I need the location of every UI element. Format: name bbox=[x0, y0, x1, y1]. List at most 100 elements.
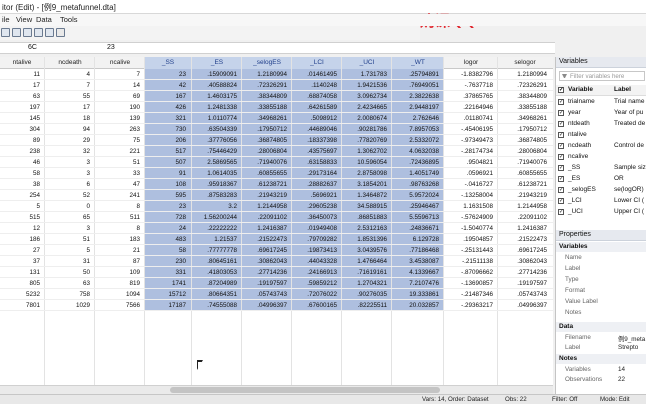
table-cell[interactable]: .68874058 bbox=[293, 93, 337, 100]
table-cell[interactable]: 2.8758098 bbox=[343, 170, 387, 177]
table-cell[interactable]: .60855655 bbox=[243, 170, 287, 177]
table-row[interactable]: 37 31 87 230 .80645161 .30862043 .44043328 1.47… bbox=[0, 256, 553, 267]
table-cell[interactable]: .21522473 bbox=[499, 236, 547, 243]
table-cell[interactable]: .22222222 bbox=[193, 225, 237, 232]
table-cell[interactable]: 50 bbox=[46, 269, 90, 276]
column-header-es[interactable]: _ES bbox=[193, 59, 241, 66]
table-cell[interactable]: 27 bbox=[0, 247, 40, 254]
table-cell[interactable]: 1.2144958 bbox=[243, 203, 287, 210]
table-cell[interactable]: .36874805 bbox=[243, 137, 287, 144]
table-cell[interactable]: .74555088 bbox=[193, 302, 237, 309]
table-cell[interactable]: .01949408 bbox=[293, 225, 337, 232]
table-cell[interactable]: -.97349473 bbox=[445, 137, 493, 144]
table-cell[interactable]: 517 bbox=[146, 148, 186, 155]
column-header-ss[interactable]: _SS bbox=[146, 59, 190, 66]
menu-file[interactable]: ile bbox=[2, 15, 10, 24]
table-cell[interactable]: 2.4234665 bbox=[343, 104, 387, 111]
table-cell[interactable]: 23 bbox=[146, 203, 186, 210]
table-cell[interactable]: 1.21537 bbox=[193, 236, 237, 243]
table-cell[interactable]: .63158833 bbox=[293, 159, 337, 166]
table-cell[interactable]: .80645161 bbox=[193, 258, 237, 265]
table-cell[interactable]: .19873413 bbox=[293, 247, 337, 254]
table-cell[interactable]: .29605238 bbox=[293, 203, 337, 210]
variable-column-header[interactable]: Variable bbox=[568, 86, 593, 93]
table-cell[interactable]: .90276035 bbox=[343, 291, 387, 298]
table-cell[interactable]: 14 bbox=[96, 82, 140, 89]
table-cell[interactable]: 238 bbox=[0, 148, 40, 155]
table-cell[interactable]: .01461495 bbox=[293, 71, 337, 78]
table-cell[interactable]: 730 bbox=[146, 126, 186, 133]
table-cell[interactable]: .69617245 bbox=[499, 247, 547, 254]
table-cell[interactable]: 254 bbox=[0, 192, 40, 199]
table-cell[interactable]: 10.596054 bbox=[343, 159, 387, 166]
table-cell[interactable]: .72076022 bbox=[293, 291, 337, 298]
table-cell[interactable]: .17950712 bbox=[243, 126, 287, 133]
table-cell[interactable]: 63 bbox=[46, 280, 90, 287]
column-header-lci[interactable]: _LCI bbox=[293, 59, 341, 66]
table-cell[interactable]: .28006804 bbox=[499, 148, 547, 155]
table-cell[interactable]: 108 bbox=[146, 181, 186, 188]
table-cell[interactable]: .71940076 bbox=[499, 159, 547, 166]
table-cell[interactable]: .59859212 bbox=[293, 280, 337, 287]
table-cell[interactable]: 24 bbox=[146, 225, 186, 232]
table-cell[interactable]: 131 bbox=[0, 269, 40, 276]
table-cell[interactable]: 2.9448197 bbox=[393, 104, 439, 111]
table-row[interactable]: 145 18 139 321 1.0110774 .34968261 .5098912 2.0… bbox=[0, 113, 553, 124]
table-cell[interactable]: .21943219 bbox=[499, 192, 547, 199]
filter-variables-input[interactable]: Filter variables here bbox=[559, 71, 645, 81]
table-cell[interactable]: 1.9421536 bbox=[343, 82, 387, 89]
table-cell[interactable]: .38344809 bbox=[499, 93, 547, 100]
property-row[interactable]: Observations 22 bbox=[556, 375, 646, 385]
table-cell[interactable]: 12 bbox=[0, 225, 40, 232]
table-cell[interactable]: .22091102 bbox=[499, 214, 547, 221]
variable-checkbox[interactable]: ✓ bbox=[558, 121, 564, 127]
table-cell[interactable]: 6 bbox=[46, 181, 90, 188]
table-cell[interactable]: 37 bbox=[0, 258, 40, 265]
table-cell[interactable]: 1094 bbox=[96, 291, 140, 298]
variable-list-item[interactable]: ✓ _UCI Upper CI ( bbox=[556, 207, 646, 218]
table-cell[interactable]: 4 bbox=[46, 71, 90, 78]
variable-list-item[interactable]: ✓ _LCI Lower CI ( bbox=[556, 196, 646, 207]
table-cell[interactable]: .24166913 bbox=[293, 269, 337, 276]
table-cell[interactable]: .64261589 bbox=[293, 104, 337, 111]
table-cell[interactable]: .25794891 bbox=[393, 71, 439, 78]
table-cell[interactable]: 2.0080674 bbox=[343, 115, 387, 122]
table-cell[interactable]: 2.5312163 bbox=[343, 225, 387, 232]
variable-checkbox[interactable]: ✓ bbox=[558, 99, 564, 105]
table-row[interactable]: 197 17 190 426 1.2481338 .33855188 .64261589 2.… bbox=[0, 102, 553, 113]
table-cell[interactable]: .25946467 bbox=[393, 203, 439, 210]
properties-notes-section[interactable]: Notes bbox=[556, 354, 646, 364]
table-cell[interactable]: 91 bbox=[146, 170, 186, 177]
table-cell[interactable]: 55 bbox=[46, 93, 90, 100]
table-cell[interactable]: -.0416727 bbox=[445, 181, 493, 188]
table-cell[interactable]: .76949051 bbox=[393, 82, 439, 89]
table-cell[interactable]: .05743743 bbox=[243, 291, 287, 298]
variable-list-item[interactable]: ✓ ncalive bbox=[556, 152, 646, 163]
table-cell[interactable]: 94 bbox=[46, 126, 90, 133]
table-cell[interactable]: 1.4603175 bbox=[193, 93, 237, 100]
table-cell[interactable]: 58 bbox=[146, 247, 186, 254]
table-cell[interactable]: .77820769 bbox=[343, 137, 387, 144]
table-cell[interactable]: .33855188 bbox=[499, 104, 547, 111]
property-row[interactable]: Variables 14 bbox=[556, 365, 646, 375]
table-cell[interactable]: .22164946 bbox=[445, 104, 493, 111]
table-cell[interactable]: 3 bbox=[46, 170, 90, 177]
table-cell[interactable]: 58 bbox=[0, 170, 40, 177]
table-cell[interactable]: .77186468 bbox=[393, 247, 439, 254]
table-cell[interactable]: .44043328 bbox=[293, 258, 337, 265]
table-cell[interactable]: 1.3464872 bbox=[343, 192, 387, 199]
table-cell[interactable]: 1.2416387 bbox=[499, 225, 547, 232]
table-cell[interactable]: 7801 bbox=[0, 302, 40, 309]
table-cell[interactable]: .71940076 bbox=[243, 159, 287, 166]
table-cell[interactable]: .04996397 bbox=[499, 302, 547, 309]
table-cell[interactable]: 2.5332072 bbox=[393, 137, 439, 144]
table-row[interactable]: 254 52 241 595 .87583283 .21943219 .5696921 1.3… bbox=[0, 190, 553, 201]
table-cell[interactable]: 4.0632038 bbox=[393, 148, 439, 155]
table-cell[interactable]: 4.1339667 bbox=[393, 269, 439, 276]
table-cell[interactable]: .72326291 bbox=[243, 82, 287, 89]
table-cell[interactable]: 69 bbox=[96, 93, 140, 100]
table-cell[interactable]: 65 bbox=[46, 214, 90, 221]
table-cell[interactable]: 7.8957053 bbox=[393, 126, 439, 133]
table-cell[interactable]: .9504821 bbox=[445, 159, 493, 166]
table-cell[interactable]: 139 bbox=[96, 115, 140, 122]
